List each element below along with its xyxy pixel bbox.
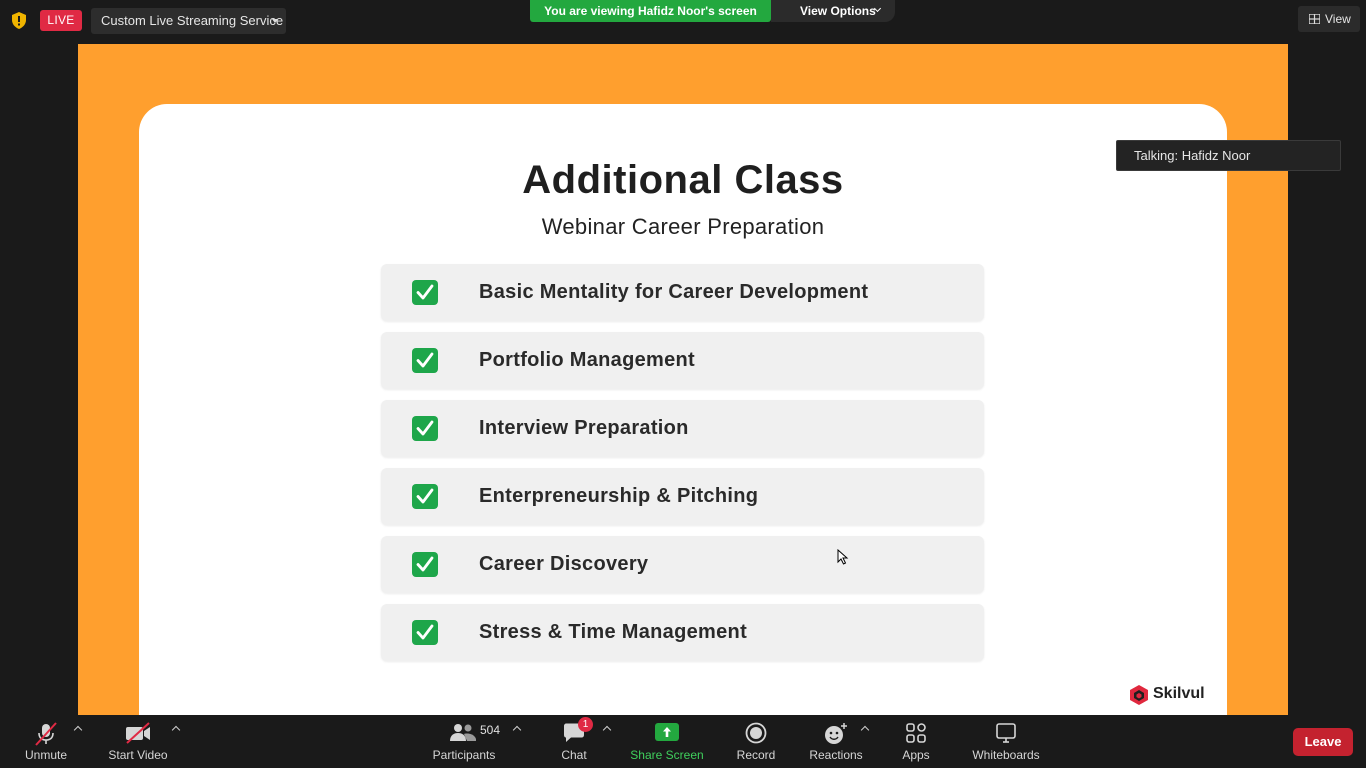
chat-caret-icon[interactable] (602, 725, 612, 735)
leave-button[interactable]: Leave (1293, 728, 1353, 756)
viewing-banner: You are viewing Hafidz Noor's screen (530, 0, 771, 22)
checkmark-icon (412, 416, 438, 441)
view-options-button[interactable]: View Options (771, 0, 895, 22)
live-badge[interactable]: LIVE (40, 10, 82, 31)
topic-item: Interview Preparation (381, 400, 984, 457)
whiteboard-icon (996, 723, 1016, 743)
checkmark-icon (412, 348, 438, 373)
topic-label: Enterpreneurship & Pitching (479, 485, 759, 507)
view-label: View (1325, 12, 1351, 26)
mic-muted-icon (35, 722, 57, 746)
meeting-toolbar: Unmute Start Video Participants 504 Chat… (0, 715, 1366, 768)
topic-item: Career Discovery (381, 536, 984, 593)
participants-caret-icon[interactable] (512, 725, 522, 735)
topic-list: Basic Mentality for Career Development P… (381, 264, 984, 672)
participants-count: 504 (480, 723, 501, 737)
topic-item: Enterpreneurship & Pitching (381, 468, 984, 525)
topic-item: Portfolio Management (381, 332, 984, 389)
topic-item: Basic Mentality for Career Development (381, 264, 984, 321)
participants-icon (450, 724, 476, 741)
checkmark-icon (412, 484, 438, 509)
apps-label: Apps (902, 748, 930, 762)
video-options-caret-icon[interactable] (171, 725, 181, 735)
topic-label: Stress & Time Management (479, 621, 748, 643)
slide-card: Additional Class Webinar Career Preparat… (139, 104, 1227, 715)
skilvul-logo-icon (1130, 685, 1148, 705)
brand-name: Skilvul (1153, 685, 1205, 702)
record-button[interactable]: Record (732, 715, 780, 768)
checkmark-icon (412, 552, 438, 577)
record-label: Record (736, 748, 776, 762)
share-screen-label: Share Screen (630, 748, 704, 762)
topic-label: Portfolio Management (479, 349, 696, 371)
unmute-button[interactable]: Unmute (16, 715, 76, 768)
view-options-label: View Options (800, 4, 876, 18)
view-button[interactable]: View (1298, 6, 1360, 32)
start-video-label: Start Video (108, 748, 168, 762)
stream-service-label: Custom Live Streaming Service (101, 13, 284, 28)
zoom-meeting-window: LIVE Custom Live Streaming Service You a… (0, 0, 1366, 768)
chat-unread-badge: 1 (578, 717, 593, 732)
topic-item: Stress & Time Management (381, 604, 984, 661)
video-off-icon (126, 722, 150, 744)
unmute-label: Unmute (24, 748, 68, 762)
whiteboards-label: Whiteboards (972, 748, 1040, 762)
apps-button[interactable]: Apps (894, 715, 938, 768)
shared-screen: Additional Class Webinar Career Preparat… (78, 44, 1288, 715)
stream-service-dropdown[interactable]: Custom Live Streaming Service (91, 8, 286, 34)
checkmark-icon (412, 620, 438, 645)
caret-down-icon (272, 19, 278, 23)
slide-subtitle: Webinar Career Preparation (541, 214, 825, 239)
topic-label: Career Discovery (479, 553, 649, 575)
whiteboards-button[interactable]: Whiteboards (966, 715, 1046, 768)
start-video-button[interactable]: Start Video (104, 715, 172, 768)
chat-label: Chat (561, 748, 587, 762)
topic-label: Interview Preparation (479, 417, 689, 439)
apps-icon (906, 723, 926, 743)
mouse-cursor-icon (837, 549, 849, 565)
talking-indicator: Talking: Hafidz Noor (1116, 140, 1341, 171)
reactions-button[interactable]: Reactions (806, 715, 866, 768)
reactions-icon (825, 723, 847, 744)
share-screen-button[interactable]: Share Screen (628, 715, 706, 768)
share-screen-icon (655, 723, 679, 741)
reactions-label: Reactions (809, 748, 863, 762)
checkmark-icon (412, 280, 438, 305)
topic-label: Basic Mentality for Career Development (479, 281, 869, 303)
participants-label: Participants (432, 748, 496, 762)
shield-icon[interactable] (11, 12, 27, 29)
record-icon (745, 722, 767, 744)
top-bar: LIVE Custom Live Streaming Service You a… (0, 0, 1366, 44)
grid-icon (1309, 14, 1320, 24)
slide-title: Additional Class (522, 158, 844, 202)
